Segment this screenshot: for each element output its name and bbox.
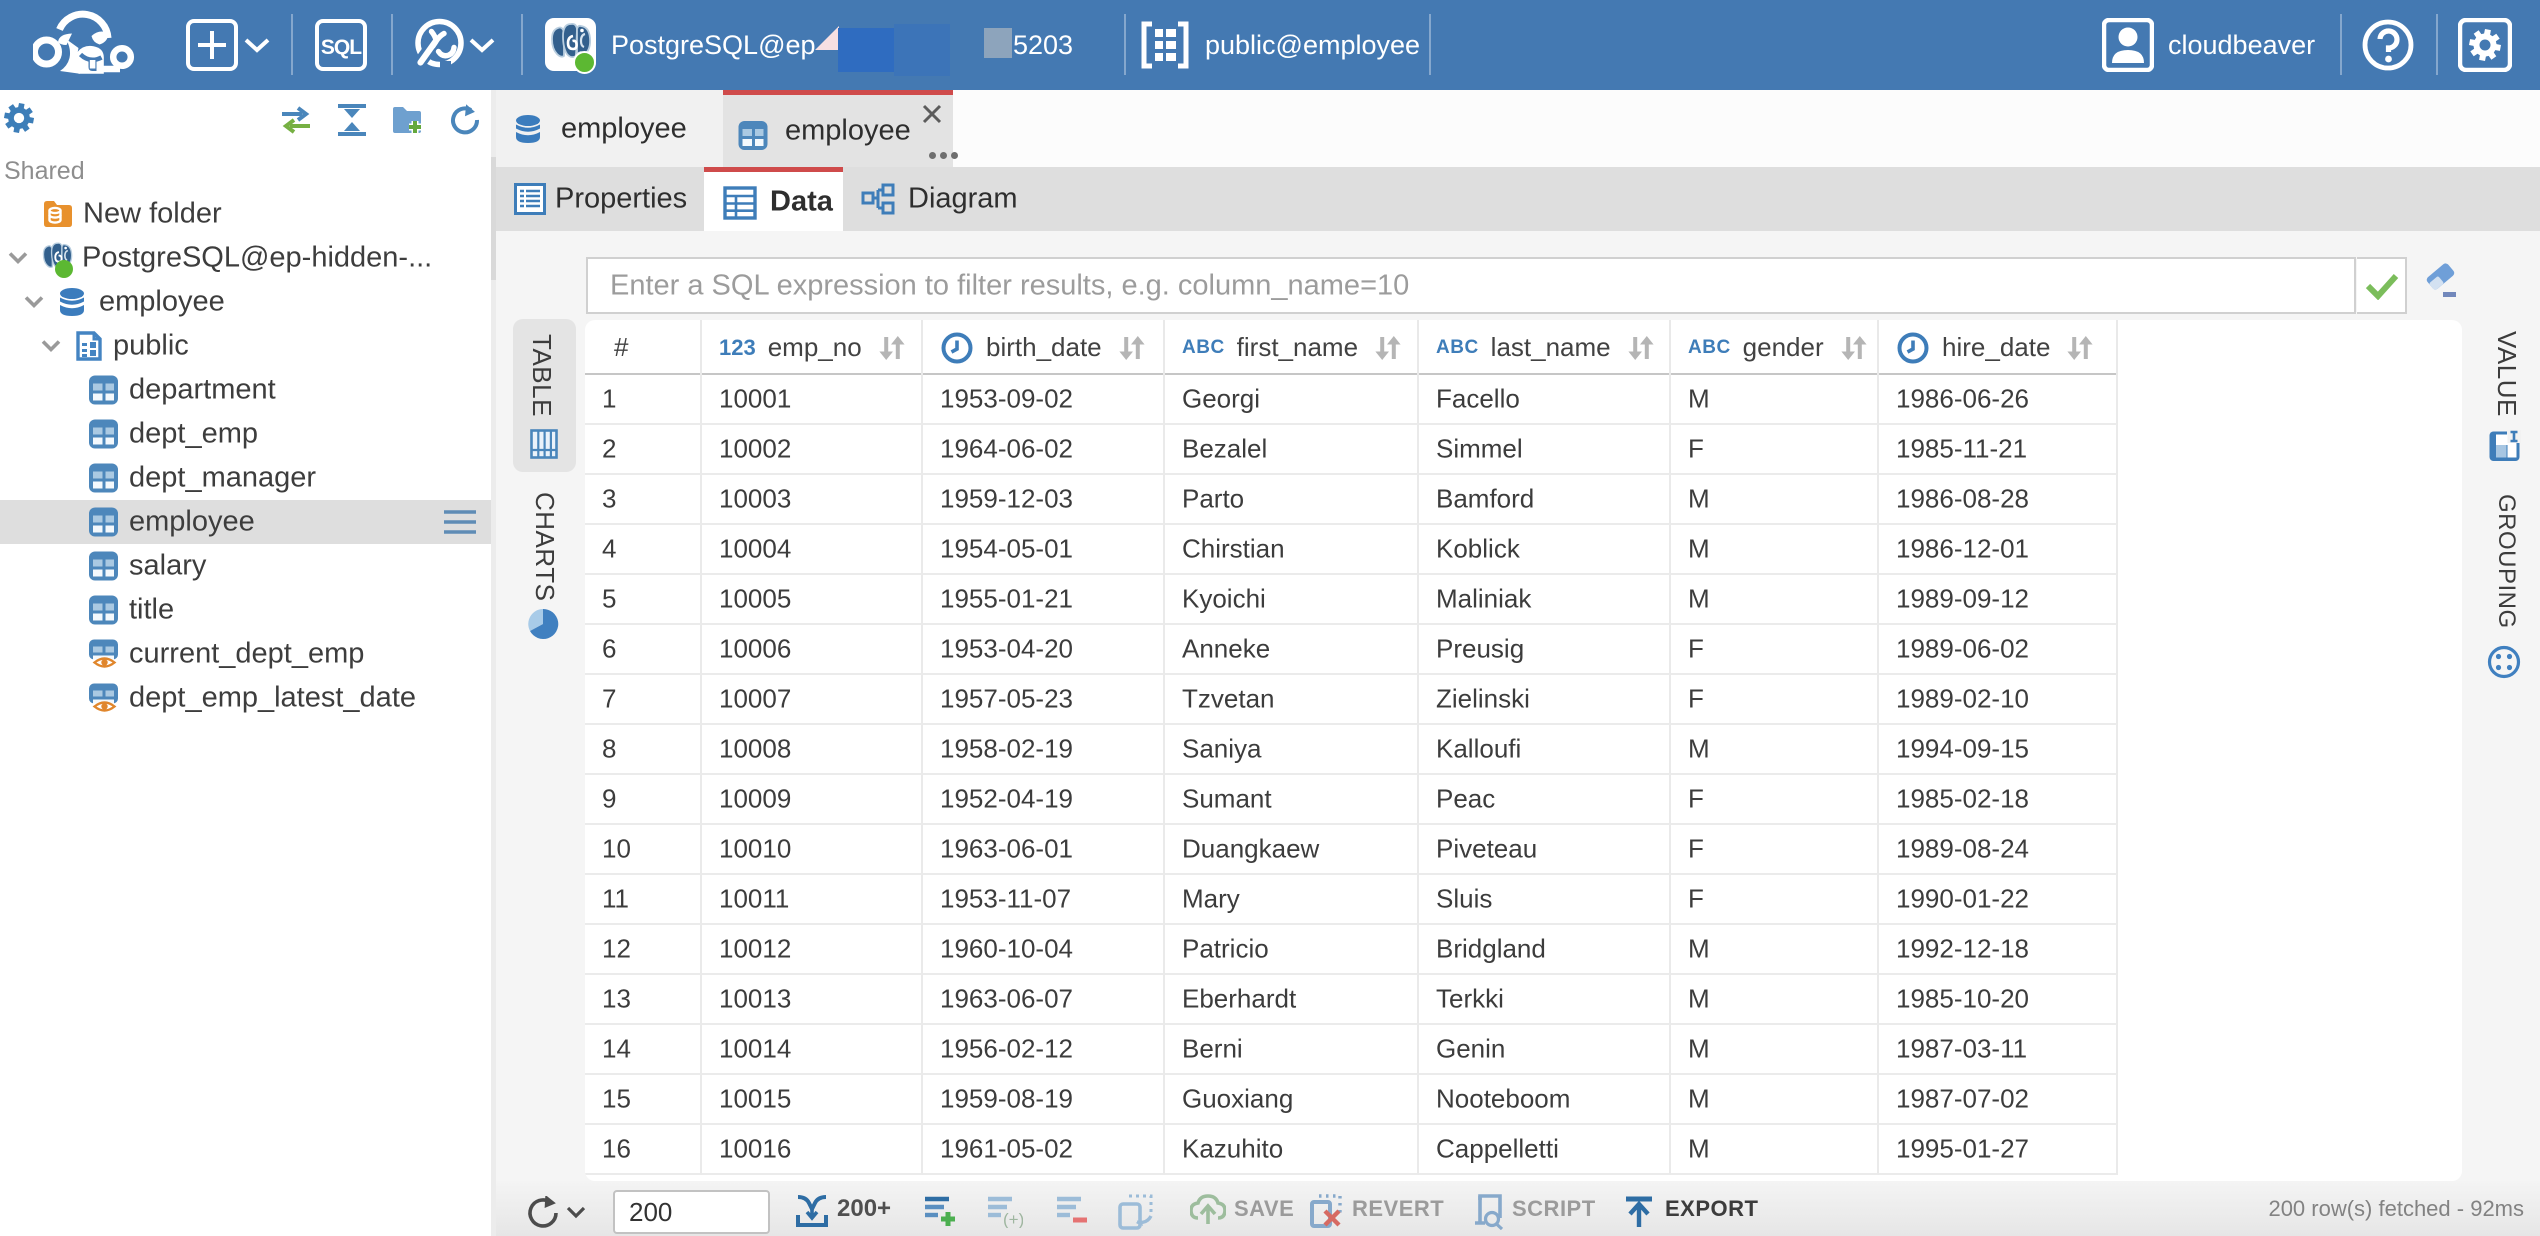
svg-text:SQL: SQL (321, 36, 362, 59)
svg-text:(+): (+) (1003, 1210, 1023, 1228)
